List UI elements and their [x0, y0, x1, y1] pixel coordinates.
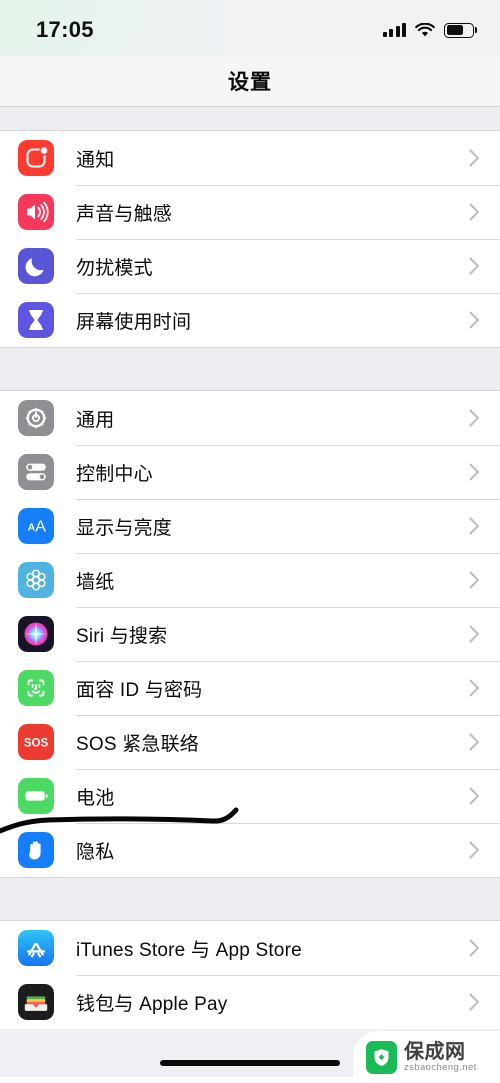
chevron-right-icon — [469, 571, 480, 589]
watermark-url: zsbaocheng.net — [404, 1061, 477, 1073]
settings-row-label: 墙纸 — [76, 571, 115, 593]
chevron-right-icon — [469, 311, 480, 329]
status-bar: 17:05 — [0, 0, 500, 56]
control-center-icon — [18, 454, 54, 490]
settings-row-label: 屏幕使用时间 — [76, 311, 192, 333]
settings-row-label: 显示与亮度 — [76, 517, 173, 539]
settings-row-label: 通知 — [76, 149, 115, 171]
cellular-bars-icon — [382, 23, 406, 37]
status-bar-indicators — [382, 19, 474, 38]
chevron-right-icon — [469, 993, 480, 1011]
do-not-disturb-icon — [18, 248, 54, 284]
settings-row-label: Siri 与搜索 — [76, 625, 168, 647]
iphone-settings-screen: 17:05 设置 通知 声音与触感 勿扰模式 屏幕使用时间 通用 控制中心 A … — [0, 0, 500, 1083]
watermark-name: 保成网 — [404, 1040, 466, 1063]
settings-row[interactable]: Siri 与搜索 — [0, 607, 500, 661]
stores-group: iTunes Store 与 App Store 钱包与 Apple Pay — [0, 921, 500, 1029]
display-brightness-icon: A A — [18, 508, 54, 544]
settings-row-label: 隐私 — [76, 841, 115, 863]
screen-time-icon — [18, 302, 54, 338]
settings-row-label: 控制中心 — [76, 463, 153, 485]
status-bar-clock: 17:05 — [36, 17, 94, 42]
settings-list[interactable]: 通知 声音与触感 勿扰模式 屏幕使用时间 通用 控制中心 A A 显示与亮度 墙… — [0, 107, 500, 1029]
settings-row[interactable]: 通用 — [0, 391, 500, 445]
settings-row[interactable]: 钱包与 Apple Pay — [0, 975, 500, 1029]
settings-row[interactable]: A A 显示与亮度 — [0, 499, 500, 553]
settings-row-label: 勿扰模式 — [76, 257, 153, 279]
settings-row-label: 钱包与 Apple Pay — [76, 993, 228, 1015]
chevron-right-icon — [469, 679, 480, 697]
siri-icon — [18, 616, 54, 652]
sounds-haptics-icon — [18, 194, 54, 230]
settings-row[interactable]: 控制中心 — [0, 445, 500, 499]
chevron-right-icon — [469, 203, 480, 221]
settings-row-label: SOS 紧急联络 — [76, 733, 200, 755]
notifications-icon — [18, 140, 54, 176]
chevron-right-icon — [469, 787, 480, 805]
group-separator — [0, 877, 500, 921]
svg-text:A: A — [35, 518, 46, 535]
home-indicator[interactable] — [160, 1060, 340, 1066]
list-top-spacer — [0, 107, 500, 131]
settings-row[interactable]: 屏幕使用时间 — [0, 293, 500, 347]
navigation-bar: 设置 — [0, 56, 500, 107]
wifi-icon — [415, 22, 435, 36]
settings-row[interactable]: 电池 — [0, 769, 500, 823]
chevron-right-icon — [469, 939, 480, 957]
settings-row[interactable]: 通知 — [0, 131, 500, 185]
chevron-right-icon — [469, 841, 480, 859]
emergency-sos-icon: SOS — [18, 724, 54, 760]
settings-row[interactable]: 声音与触感 — [0, 185, 500, 239]
chevron-right-icon — [469, 257, 480, 275]
page-title: 设置 — [228, 71, 272, 94]
settings-row[interactable]: SOS SOS 紧急联络 — [0, 715, 500, 769]
battery-settings-icon — [18, 778, 54, 814]
settings-row-label: 声音与触感 — [76, 203, 173, 225]
settings-row[interactable]: 面容 ID 与密码 — [0, 661, 500, 715]
settings-row[interactable]: iTunes Store 与 App Store — [0, 921, 500, 975]
chevron-right-icon — [469, 517, 480, 535]
chevron-right-icon — [469, 625, 480, 643]
face-id-icon — [18, 670, 54, 706]
notifications-group: 通知 声音与触感 勿扰模式 屏幕使用时间 — [0, 131, 500, 347]
wallpaper-icon — [18, 562, 54, 598]
settings-row[interactable]: 隐私 — [0, 823, 500, 877]
site-watermark: 保成网 zsbaocheng.net — [353, 1031, 500, 1083]
chevron-right-icon — [469, 149, 480, 167]
settings-row[interactable]: 墙纸 — [0, 553, 500, 607]
settings-row-label: 通用 — [76, 409, 115, 431]
settings-row-label: 电池 — [76, 787, 115, 809]
chevron-right-icon — [469, 463, 480, 481]
battery-icon — [444, 22, 474, 38]
privacy-hand-icon — [18, 832, 54, 868]
general-group: 通用 控制中心 A A 显示与亮度 墙纸 Siri 与搜索 面容 ID 与密码 … — [0, 391, 500, 877]
svg-text:SOS: SOS — [24, 738, 49, 750]
general-gear-icon — [18, 400, 54, 436]
settings-row[interactable]: 勿扰模式 — [0, 239, 500, 293]
chevron-right-icon — [469, 409, 480, 427]
chevron-right-icon — [469, 733, 480, 751]
settings-row-label: iTunes Store 与 App Store — [76, 939, 302, 961]
shield-logo-icon — [366, 1040, 397, 1074]
wallet-icon — [18, 984, 54, 1020]
group-separator — [0, 347, 500, 391]
app-store-icon — [18, 930, 54, 966]
settings-row-label: 面容 ID 与密码 — [76, 679, 203, 701]
